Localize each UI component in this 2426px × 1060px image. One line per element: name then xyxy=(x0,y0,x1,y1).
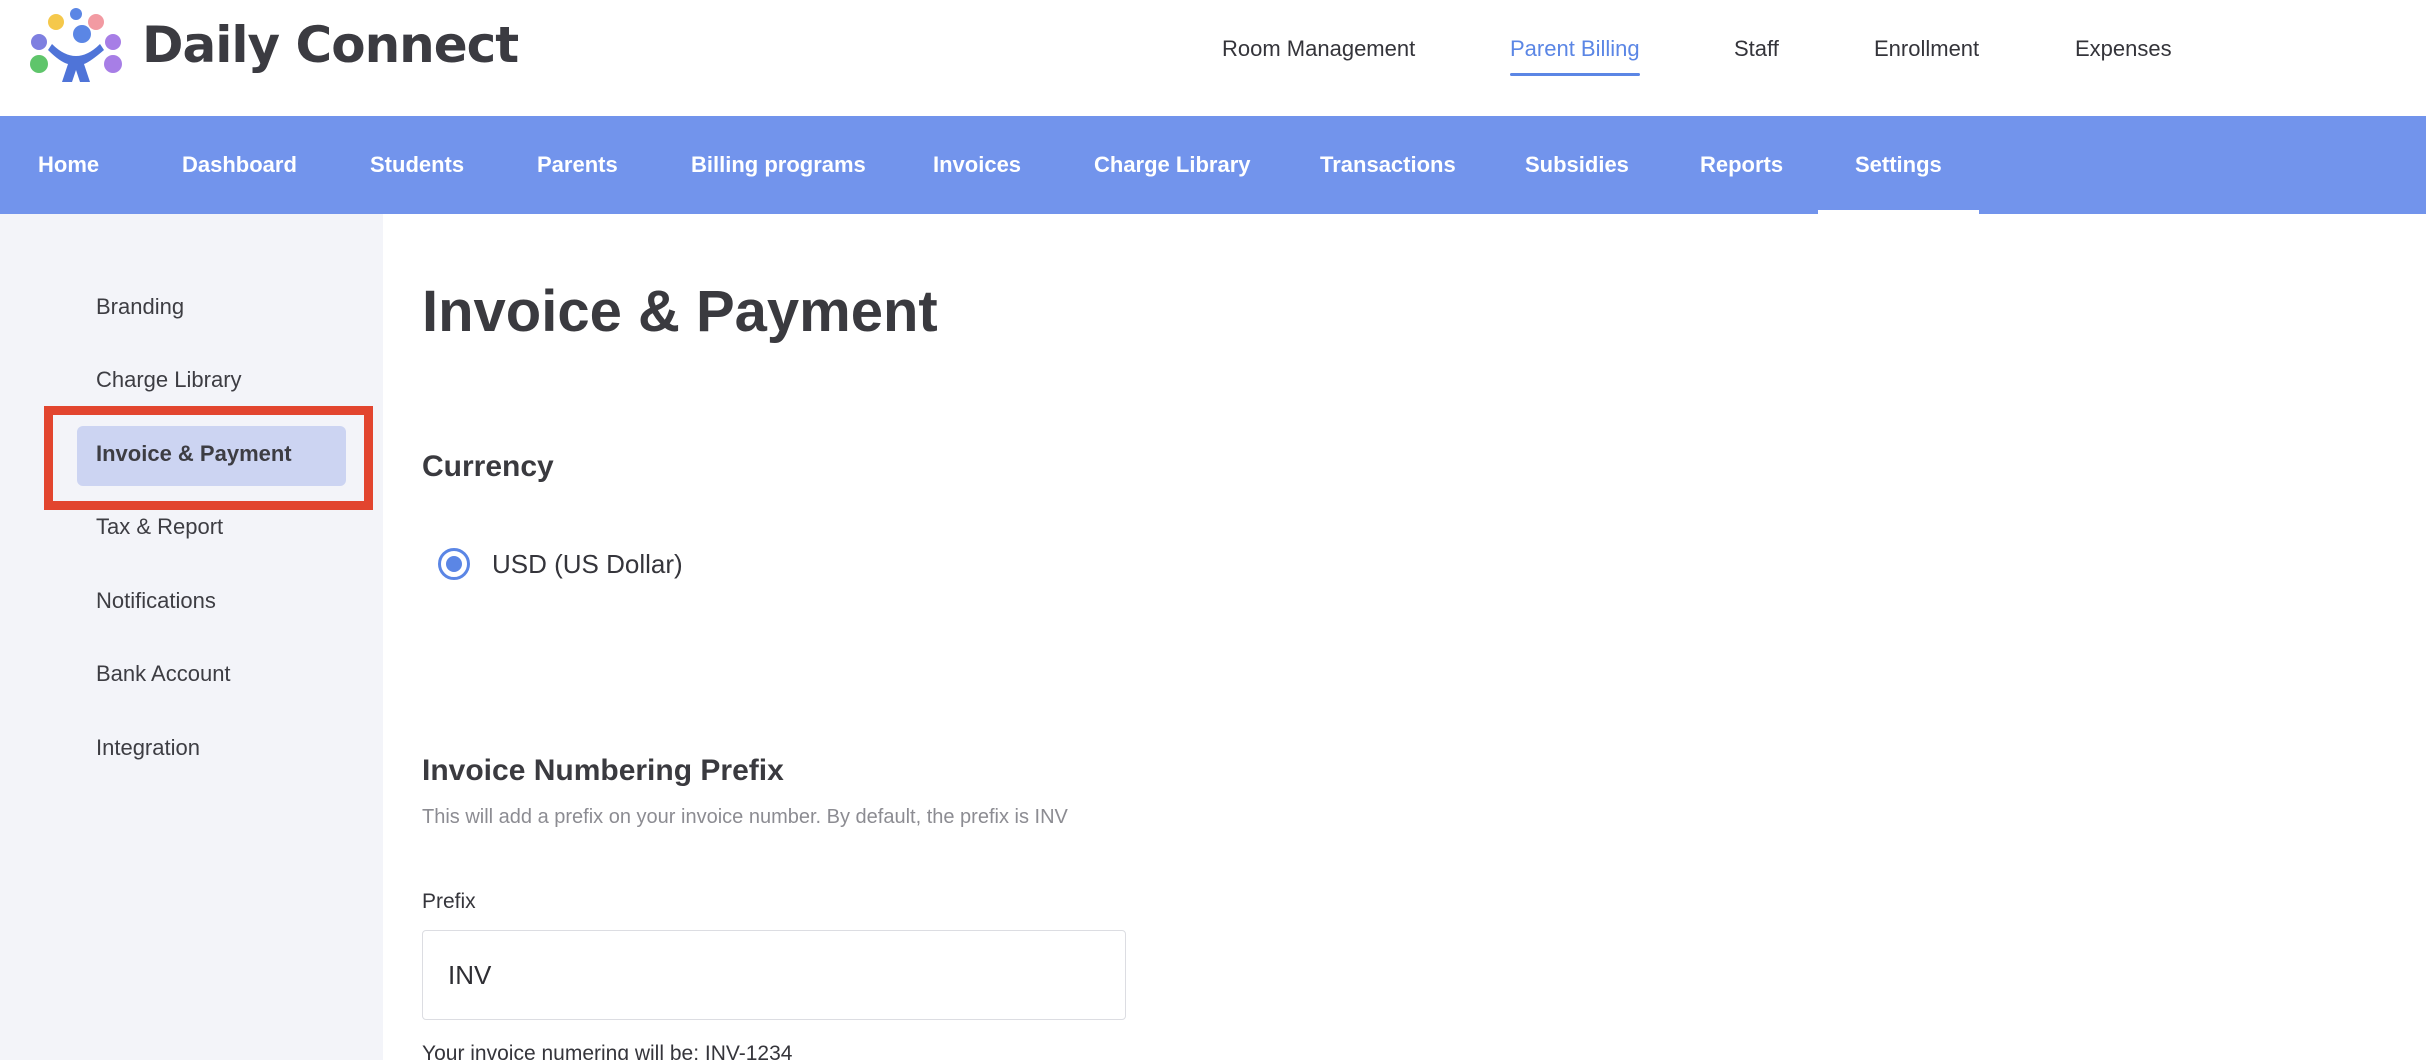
sidebar-item-charge-library[interactable]: Charge Library xyxy=(96,367,242,393)
main-nav-transactions[interactable]: Transactions xyxy=(1320,116,1456,214)
main-nav-reports[interactable]: Reports xyxy=(1700,116,1783,214)
prefix-field-label: Prefix xyxy=(422,890,476,913)
top-nav-expenses[interactable]: Expenses xyxy=(2075,36,2172,62)
invoice-prefix-heading: Invoice Numbering Prefix xyxy=(422,754,784,787)
top-nav-parent-billing[interactable]: Parent Billing xyxy=(1510,36,1640,76)
prefix-input[interactable] xyxy=(422,930,1126,1020)
sidebar-item-integration[interactable]: Integration xyxy=(96,735,200,761)
top-nav-staff[interactable]: Staff xyxy=(1734,36,1779,62)
highlight-annotation-box xyxy=(44,406,373,510)
main-nav-home[interactable]: Home xyxy=(38,116,99,214)
invoice-prefix-description: This will add a prefix on your invoice n… xyxy=(422,806,1068,828)
currency-usd-label: USD (US Dollar) xyxy=(492,548,683,579)
top-nav: Room Management Parent Billing Staff Enr… xyxy=(0,0,2426,116)
main-nav-subsidies[interactable]: Subsidies xyxy=(1525,116,1629,214)
main-nav-students[interactable]: Students xyxy=(370,116,464,214)
sidebar-item-bank-account[interactable]: Bank Account xyxy=(96,661,231,687)
sidebar-item-branding[interactable]: Branding xyxy=(96,294,184,320)
radio-selected-dot xyxy=(446,556,462,572)
top-header: Daily Connect Room Management Parent Bil… xyxy=(0,0,2426,116)
main-content: Invoice & Payment Currency USD (US Dolla… xyxy=(383,214,2426,1060)
main-nav-charge-library[interactable]: Charge Library xyxy=(1094,116,1251,214)
currency-usd-radio[interactable] xyxy=(438,548,470,580)
sidebar-item-notifications[interactable]: Notifications xyxy=(96,588,216,614)
invoice-number-preview: Your invoice numering will be: INV-1234 xyxy=(422,1042,793,1060)
main-nav-settings[interactable]: Settings xyxy=(1818,116,1979,214)
currency-option-usd[interactable]: USD (US Dollar) xyxy=(438,548,683,580)
main-nav-dashboard[interactable]: Dashboard xyxy=(182,116,297,214)
main-nav: Home Dashboard Students Parents Billing … xyxy=(0,116,2426,214)
settings-sidebar: Branding Charge Library Invoice & Paymen… xyxy=(0,214,383,1060)
top-nav-enrollment[interactable]: Enrollment xyxy=(1874,36,1979,62)
currency-heading: Currency xyxy=(422,450,554,483)
main-nav-parents[interactable]: Parents xyxy=(537,116,618,214)
main-nav-billing-programs[interactable]: Billing programs xyxy=(691,116,866,214)
page-title: Invoice & Payment xyxy=(422,279,938,344)
main-nav-invoices[interactable]: Invoices xyxy=(933,116,1021,214)
sidebar-item-tax-report[interactable]: Tax & Report xyxy=(96,514,223,540)
top-nav-room-management[interactable]: Room Management xyxy=(1222,36,1415,62)
